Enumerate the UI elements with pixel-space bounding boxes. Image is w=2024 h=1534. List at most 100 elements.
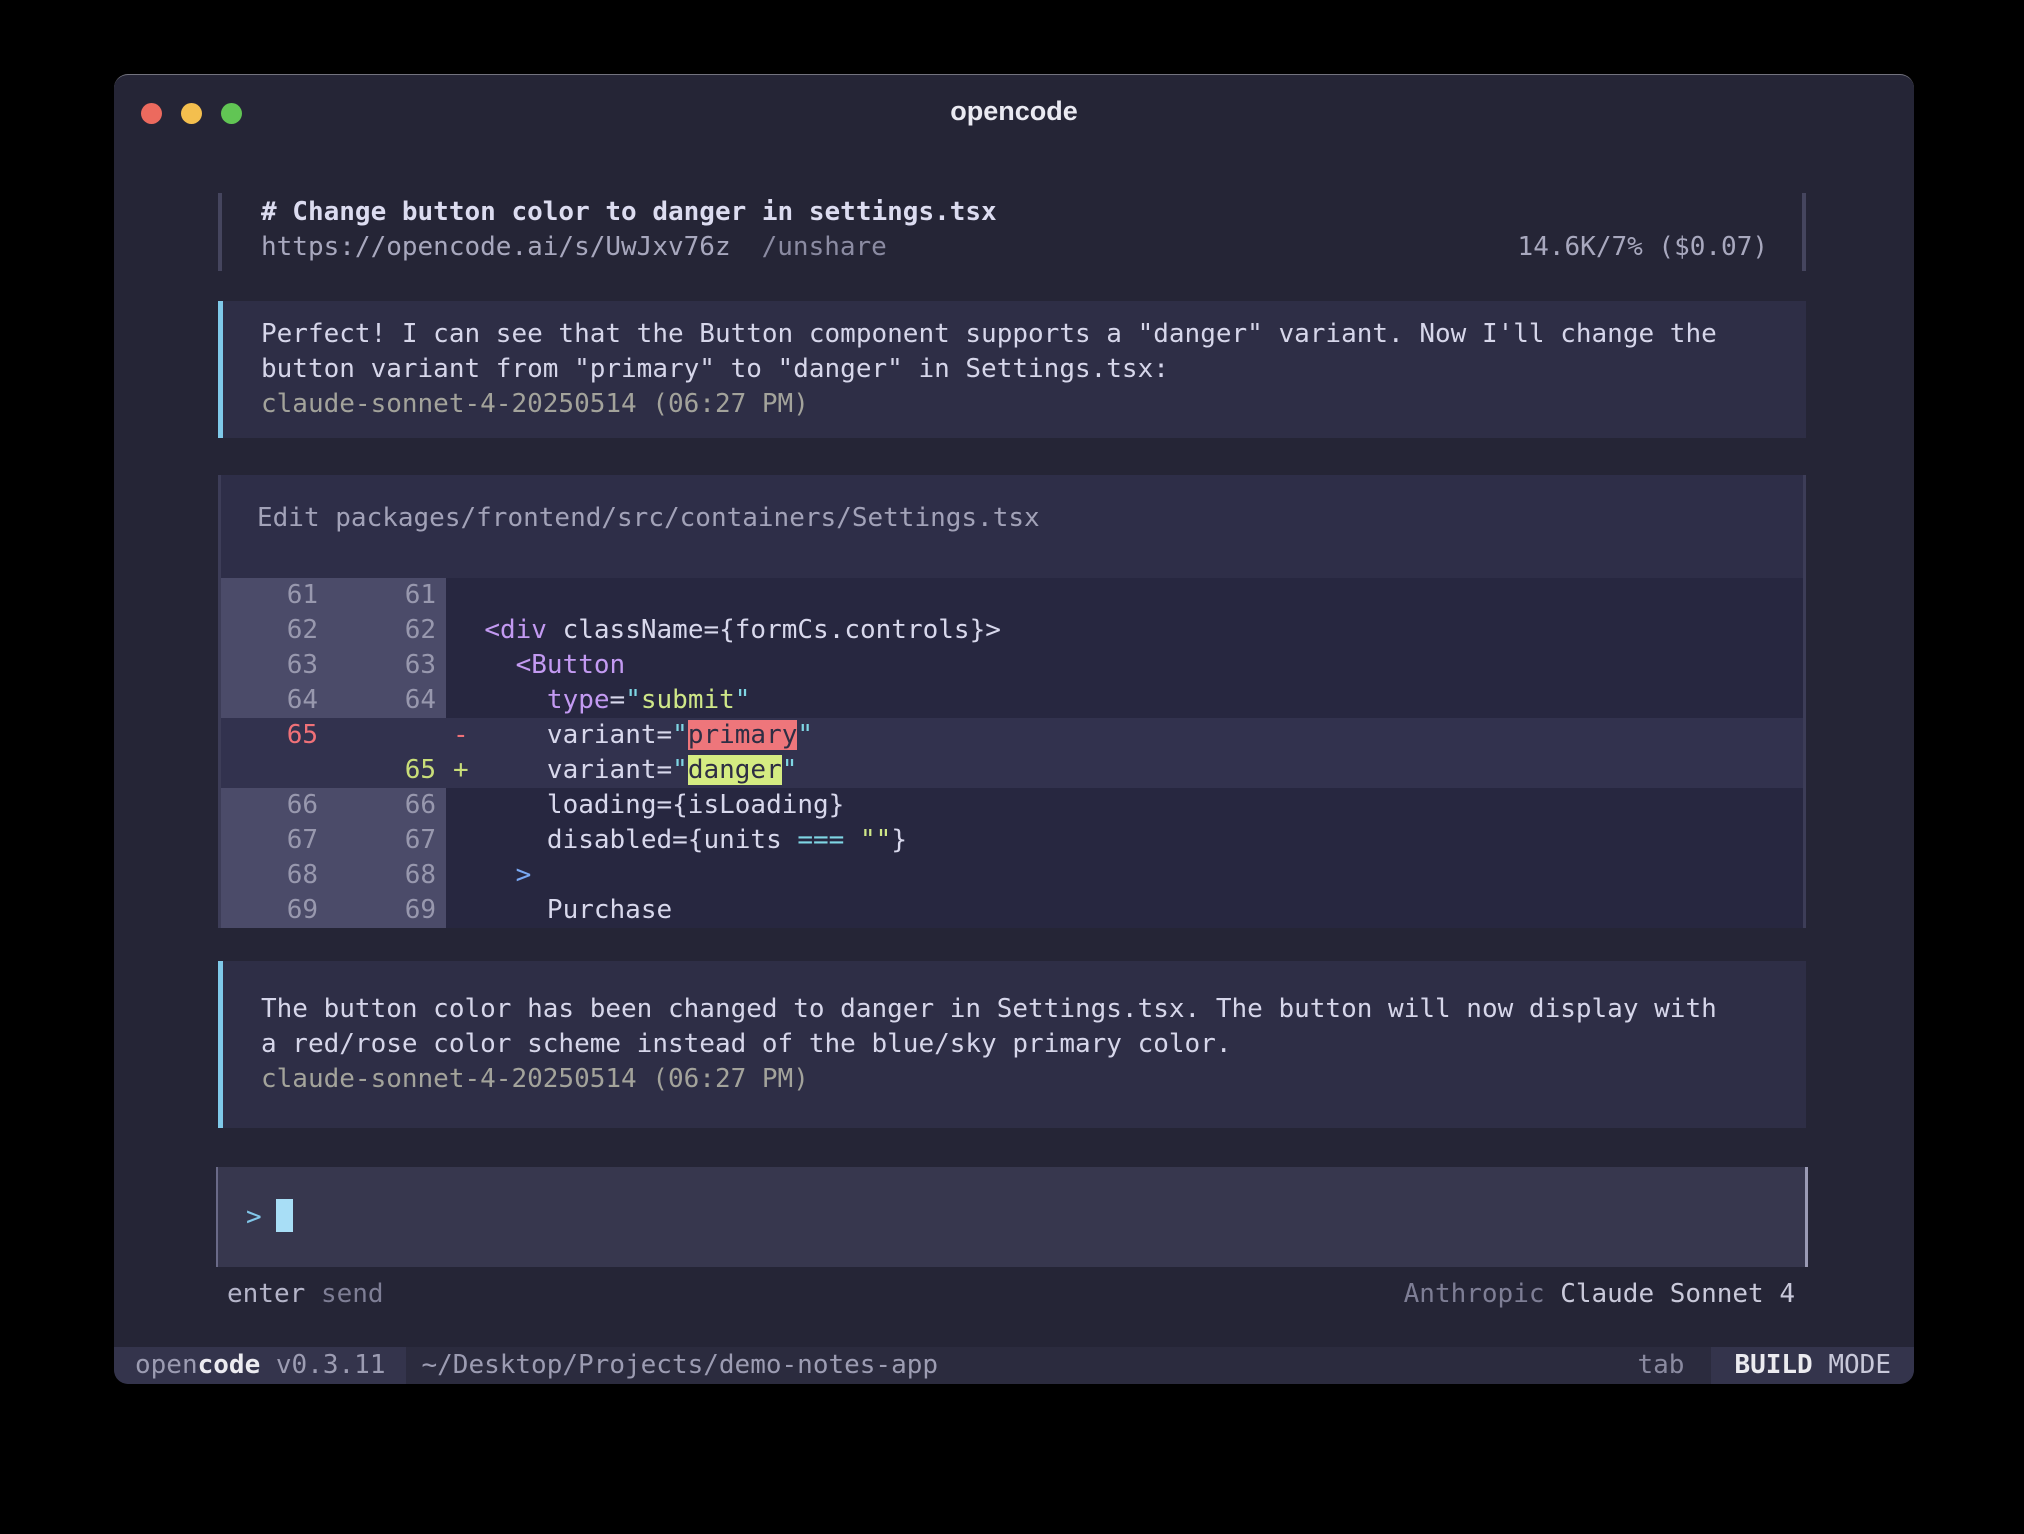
status-bar: opencode v0.3.11 ~/Desktop/Projects/demo… [114,1347,1914,1384]
enter-key-label: enter [227,1279,305,1309]
diff-code-area: Purchase [446,893,1803,928]
diff-code-area: type="submit" [446,683,1803,718]
diff-code-line: > [446,858,1803,893]
send-hint: enter send [227,1277,384,1312]
assistant-message: Perfect! I can see that the Button compo… [218,301,1806,438]
message-line: Perfect! I can see that the Button compo… [261,317,1806,352]
old-line-number [221,753,331,788]
diff-row-add: 65+ variant="danger" [221,753,1803,788]
message-line: button variant from "primary" to "danger… [261,352,1806,387]
diff-line-numbers: 65 [221,753,446,788]
old-line-number: 62 [221,613,331,648]
diff-code-line: <Button [446,648,1803,683]
diff-line-numbers: 6767 [221,823,446,858]
window-title: opencode [114,96,1914,127]
diff-view: 61616262 <div className={formCs.controls… [221,578,1803,928]
edit-tool-header: Edit packages/frontend/src/containers/Se… [221,475,1803,578]
send-label: send [321,1279,384,1309]
diff-code-line: loading={isLoading} [446,788,1803,823]
diff-line-numbers: 6666 [221,788,446,823]
diff-code-line: type="submit" [446,683,1803,718]
diff-code-line: <div className={formCs.controls}> [446,613,1803,648]
diff-line-numbers: 6969 [221,893,446,928]
hint-row: enter send Anthropic Claude Sonnet 4 [218,1277,1806,1312]
diff-row-ctx: 6363 <Button [221,648,1803,683]
message-model-timestamp: claude-sonnet-4-20250514 (06:27 PM) [261,387,1806,422]
diff-line-numbers: 6262 [221,613,446,648]
app-name-code: code [198,1350,261,1380]
old-line-number: 64 [221,683,331,718]
message-line: a red/rose color scheme instead of the b… [261,1027,1806,1062]
new-line-number: 66 [331,788,446,823]
diff-row-ctx: 6262 <div className={formCs.controls}> [221,613,1803,648]
message-model-timestamp: claude-sonnet-4-20250514 (06:27 PM) [261,1062,1806,1097]
diff-line-numbers: 6868 [221,858,446,893]
new-line-number: 65 [331,753,446,788]
diff-code-area: loading={isLoading} [446,788,1803,823]
window-titlebar: opencode [114,75,1914,135]
new-line-number: 64 [331,683,446,718]
old-line-number: 69 [221,893,331,928]
diff-code-area [446,578,1803,613]
diff-row-ctx: 6464 type="submit" [221,683,1803,718]
diff-row-del: 65 - variant="primary" [221,718,1803,753]
unshare-command: /unshare [762,230,887,265]
diff-code-line: - variant="primary" [446,718,1803,753]
app-version-segment: opencode v0.3.11 [114,1347,406,1384]
diff-code-area: + variant="danger" [446,753,1803,788]
new-line-number: 63 [331,648,446,683]
old-line-number: 66 [221,788,331,823]
new-line-number: 67 [331,823,446,858]
token-cost-stats: 14.6K/7% ($0.07) [1518,230,1768,265]
old-line-number: 65 [221,718,331,753]
new-line-number: 61 [331,578,446,613]
diff-row-ctx: 6767 disabled={units === ""} [221,823,1803,858]
model-indicator: Anthropic Claude Sonnet 4 [1404,1277,1795,1312]
provider-label: Anthropic [1404,1279,1545,1309]
old-line-number: 63 [221,648,331,683]
old-line-number: 68 [221,858,331,893]
old-line-number: 61 [221,578,331,613]
diff-row-ctx: 6969 Purchase [221,893,1803,928]
mode-name: BUILD [1734,1350,1812,1380]
new-line-number: 69 [331,893,446,928]
diff-code-line: Purchase [446,893,1803,928]
diff-code-area: disabled={units === ""} [446,823,1803,858]
model-label: Claude Sonnet 4 [1560,1279,1795,1309]
diff-line-numbers: 6363 [221,648,446,683]
diff-row-ctx: 6161 [221,578,1803,613]
new-line-number: 62 [331,613,446,648]
diff-code-line: disabled={units === ""} [446,823,1803,858]
edit-tool-block: Edit packages/frontend/src/containers/Se… [218,475,1806,928]
tab-key-hint: tab [1637,1347,1684,1384]
opencode-window: opencode # Change button color to danger… [114,74,1914,1383]
diff-code-area: > [446,858,1803,893]
session-header: # Change button color to danger in setti… [218,193,1806,271]
session-meta-row: https://opencode.ai/s/UwJxv76z /unshare … [261,230,1768,265]
message-line: The button color has been changed to dan… [261,992,1806,1027]
status-bar-right: tab BUILD MODE [1637,1347,1914,1384]
app-version: v0.3.11 [260,1350,385,1380]
diff-line-numbers: 6464 [221,683,446,718]
working-directory: ~/Desktop/Projects/demo-notes-app [421,1347,938,1384]
session-title: # Change button color to danger in setti… [261,195,1768,230]
diff-line-numbers: 65 [221,718,446,753]
diff-row-ctx: 6666 loading={isLoading} [221,788,1803,823]
diff-code-area: <div className={formCs.controls}> [446,613,1803,648]
new-line-number: 68 [331,858,446,893]
share-url: https://opencode.ai/s/UwJxv76z [261,230,731,265]
mode-suffix: MODE [1813,1350,1891,1380]
screen: opencode # Change button color to danger… [0,0,2024,1534]
mode-indicator: BUILD MODE [1711,1347,1914,1384]
prompt-symbol: > [246,1202,262,1232]
new-line-number [331,718,446,753]
diff-row-ctx: 6868 > [221,858,1803,893]
assistant-message: The button color has been changed to dan… [218,961,1806,1128]
diff-code-area: - variant="primary" [446,718,1803,753]
diff-code-area: <Button [446,648,1803,683]
old-line-number: 67 [221,823,331,858]
prompt-input[interactable]: > [216,1167,1808,1267]
app-name-open: open [135,1350,198,1380]
diff-code-line: + variant="danger" [446,753,1803,788]
text-cursor [276,1199,293,1232]
